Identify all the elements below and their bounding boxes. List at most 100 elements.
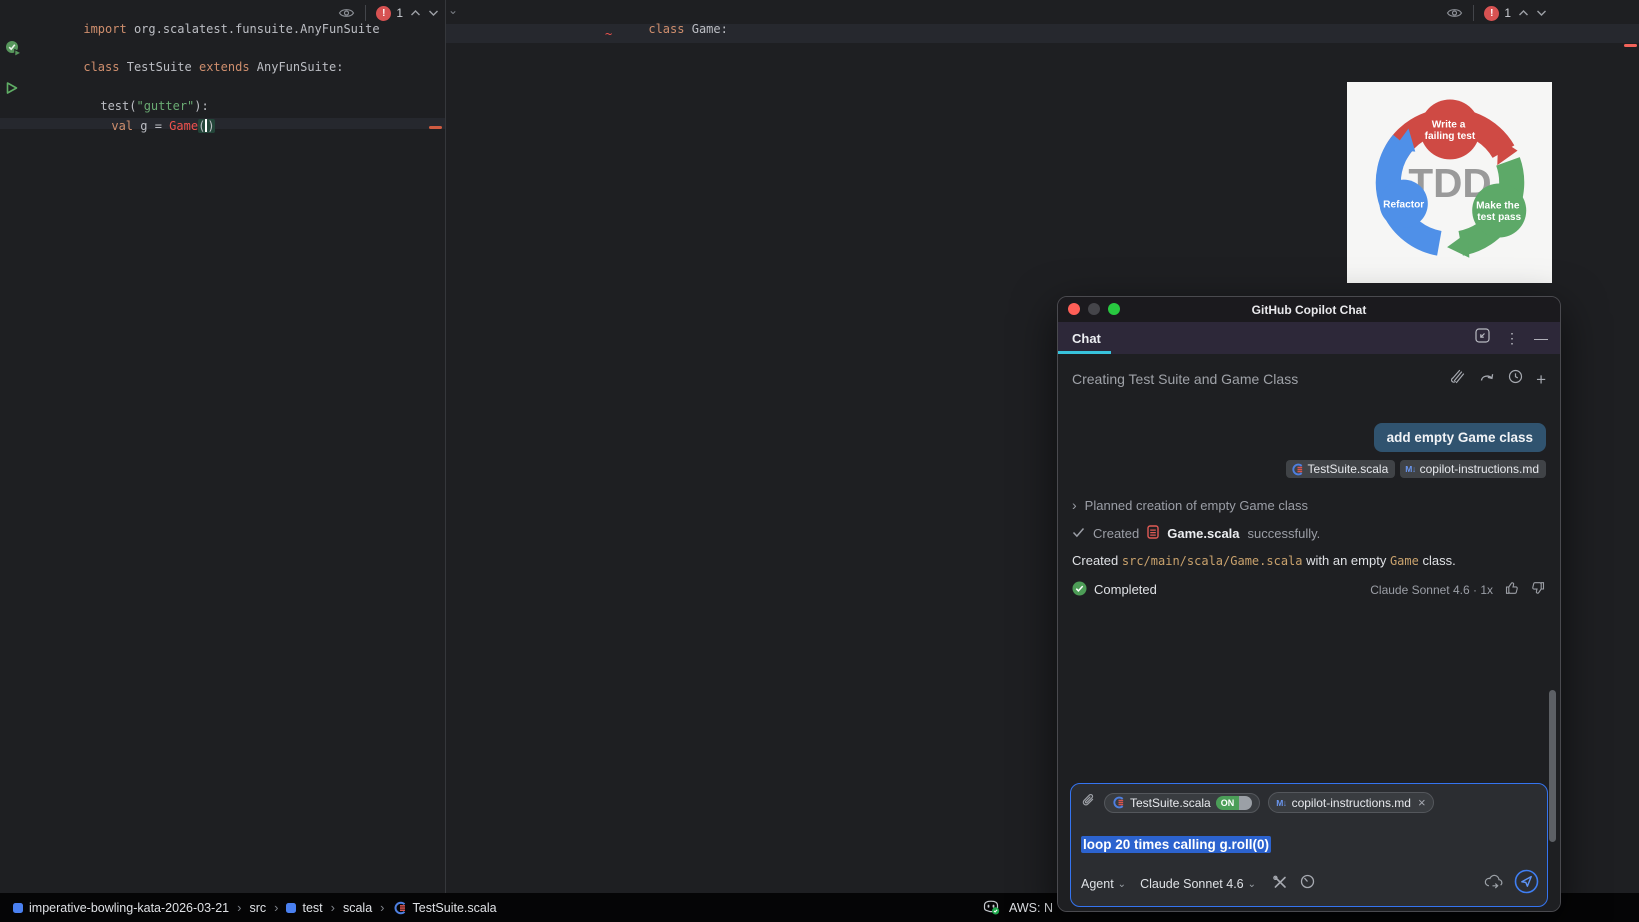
thumbs-down-icon[interactable] [1529, 580, 1546, 599]
chat-input-field[interactable]: loop 20 times calling g.roll(0) [1071, 836, 1547, 853]
error-badge-icon[interactable]: ! [1484, 5, 1500, 21]
dock-window-icon[interactable] [1475, 328, 1490, 348]
model-dropdown[interactable]: Claude Sonnet 4.6 ⌄ [1140, 877, 1256, 891]
result-text: with an empty [1302, 553, 1390, 568]
error-stripe-mark[interactable] [1624, 44, 1637, 47]
breadcrumb-scala[interactable]: scala [343, 901, 372, 915]
mode-dropdown[interactable]: Agent ⌄ [1081, 877, 1126, 891]
tdd-cycle-image: TDD Write a failing test Make the test p… [1347, 82, 1552, 283]
highlighting-eye-icon[interactable] [1446, 6, 1463, 20]
code-line-tilde: ~ [605, 27, 613, 41]
highlighting-eye-icon[interactable] [338, 6, 355, 20]
hide-window-icon[interactable]: — [1534, 331, 1548, 345]
copilot-status-icon[interactable] [982, 898, 1000, 918]
breadcrumb-src[interactable]: src [249, 901, 266, 915]
aws-status-label[interactable]: AWS: N [1009, 901, 1053, 915]
breadcrumb-project[interactable]: imperative-bowling-kata-2026-03-21 [13, 901, 229, 915]
scala-red-file-icon [1147, 525, 1159, 542]
close-traffic-light[interactable] [1068, 303, 1080, 315]
error-count: 1 [1504, 6, 1511, 20]
created-label: Created [1093, 526, 1140, 541]
ide-root: import org.scalatest.funsuite.AnyFunSuit… [0, 0, 1639, 922]
model-info: Claude Sonnet 4.6 · 1x [1370, 582, 1493, 597]
keyword-extends: extends [198, 60, 257, 74]
next-error-chevron-down-icon[interactable] [1536, 9, 1547, 17]
chat-tabbar: Chat ⋮ — [1058, 322, 1560, 354]
crumb-label: test [302, 900, 323, 915]
chat-scrollbar-thumb[interactable] [1549, 690, 1556, 842]
window-titlebar[interactable]: GitHub Copilot Chat [1058, 297, 1560, 322]
kebab-menu-icon[interactable]: ⋮ [1505, 331, 1519, 345]
created-step-row: Created Game.scala successfully. [1072, 525, 1546, 542]
markdown-file-icon: M↓ [1276, 797, 1287, 808]
crumb-label: src [249, 900, 267, 915]
crumb-label: TestSuite.scala [412, 900, 497, 915]
editor-left-testsuite[interactable]: import org.scalatest.funsuite.AnyFunSuit… [0, 0, 445, 893]
chevron-down-icon: ⌄ [1117, 878, 1127, 890]
breadcrumb-separator: › [380, 900, 385, 915]
created-file-link[interactable]: Game.scala [1167, 526, 1239, 541]
scala-file-icon [1292, 463, 1302, 475]
import-path: org.scalatest.funsuite.AnyFunSuite [133, 22, 380, 36]
usage-gauge-icon[interactable] [1300, 874, 1315, 894]
context-toggle-on[interactable]: ON [1215, 795, 1253, 810]
chat-input-box[interactable]: TestSuite.scala ON M↓ copilot-instructio… [1070, 783, 1548, 907]
new-chat-plus-icon[interactable]: + [1536, 371, 1546, 388]
mode-label: Agent [1081, 877, 1114, 891]
superclass-name: AnyFunSuite: [256, 60, 344, 74]
project-folder-icon [13, 902, 23, 913]
breadcrumb-separator: › [330, 900, 335, 915]
prev-error-chevron-up-icon[interactable] [410, 9, 421, 17]
chip-label: copilot-instructions.md [1419, 462, 1539, 476]
input-chip-instructions[interactable]: M↓ copilot-instructions.md × [1268, 792, 1434, 813]
minimize-traffic-light[interactable] [1088, 303, 1100, 315]
tools-icon[interactable] [1272, 875, 1288, 894]
completed-label: Completed [1094, 582, 1157, 597]
run-class-gutter-icon[interactable] [5, 40, 23, 58]
editor-split-divider[interactable] [445, 0, 446, 893]
send-button[interactable] [1514, 869, 1539, 899]
history-clock-icon[interactable] [1508, 369, 1523, 389]
tab-chat[interactable]: Chat [1072, 331, 1101, 346]
context-chip-testsuite[interactable]: TestSuite.scala [1285, 460, 1396, 478]
thumbs-up-icon[interactable] [1504, 580, 1521, 599]
completed-row: Completed Claude Sonnet 4.6 · 1x [1072, 580, 1546, 599]
tdd-right-label: Make the test pass [1476, 201, 1522, 224]
cloud-sync-icon[interactable] [1483, 874, 1504, 894]
expand-chevron-icon[interactable]: › [1072, 497, 1077, 513]
redo-icon[interactable] [1479, 370, 1495, 388]
result-text: class. [1418, 553, 1456, 568]
prev-error-chevron-up-icon[interactable] [1518, 9, 1529, 17]
breadcrumb-test[interactable]: test [286, 900, 323, 915]
breadcrumb-file[interactable]: TestSuite.scala [393, 901, 497, 915]
unresolved-game-reference: Game [169, 119, 199, 133]
attachments-icon[interactable] [1449, 369, 1466, 389]
inspection-widget[interactable]: ! 1 [338, 5, 439, 21]
chip-label: copilot-instructions.md [1291, 795, 1411, 810]
context-chip-instructions[interactable]: M↓ copilot-instructions.md [1400, 460, 1546, 478]
remove-chip-close-icon[interactable]: × [1418, 795, 1426, 810]
input-chip-testsuite[interactable]: TestSuite.scala ON [1104, 792, 1261, 813]
breadcrumbs: imperative-bowling-kata-2026-03-21 › src… [13, 900, 497, 915]
check-icon [1072, 526, 1085, 541]
model-label: Claude Sonnet 4.6 [1140, 877, 1244, 891]
assistant-result-text: Created src/main/scala/Game.scala with a… [1072, 553, 1546, 568]
val-expression: g = [140, 119, 170, 133]
planned-step-row[interactable]: › Planned creation of empty Game class [1072, 497, 1546, 513]
zoom-traffic-light[interactable] [1108, 303, 1120, 315]
fold-chevron-icon[interactable]: ⌄ [448, 3, 458, 17]
attach-paperclip-icon[interactable] [1081, 792, 1096, 813]
selected-input-text[interactable]: loop 20 times calling g.roll(0) [1081, 836, 1272, 853]
run-test-gutter-icon[interactable] [5, 81, 23, 99]
chip-label: TestSuite.scala [1130, 795, 1211, 810]
keyword-import: import [83, 22, 134, 36]
next-error-chevron-down-icon[interactable] [428, 9, 439, 17]
breadcrumb-separator: › [237, 900, 242, 915]
keyword-class: class [83, 60, 127, 74]
error-stripe-mark[interactable] [429, 126, 442, 129]
inspection-widget[interactable]: ! 1 [1446, 5, 1547, 21]
chevron-down-icon: ⌄ [1247, 878, 1257, 890]
exclaim-glyph: ! [382, 7, 386, 19]
keyword-class: class [648, 22, 692, 36]
error-badge-icon[interactable]: ! [376, 5, 392, 21]
